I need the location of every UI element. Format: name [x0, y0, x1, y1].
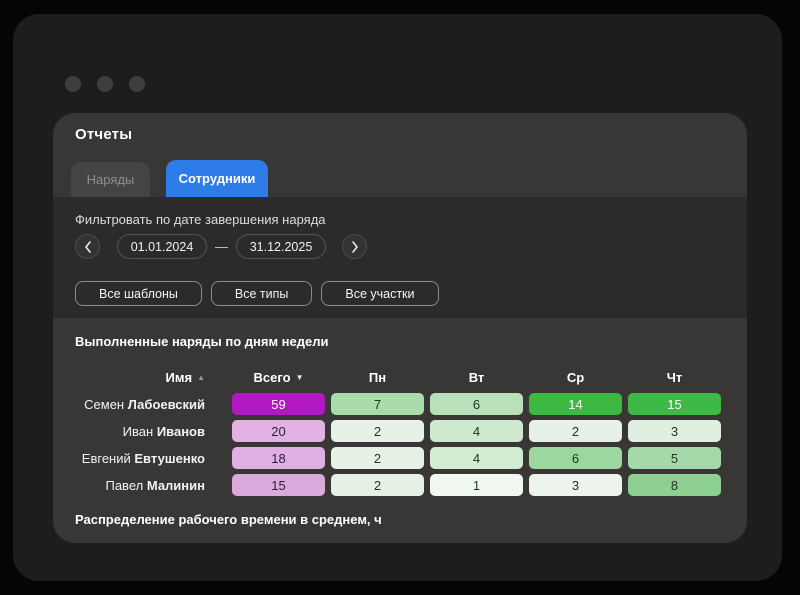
window-control-dot[interactable] — [129, 76, 145, 92]
tab-label: Наряды — [86, 172, 135, 187]
report-title: Выполненные наряды по дням недели — [75, 334, 329, 349]
sections-filter-button[interactable]: Все участки — [321, 281, 439, 306]
heat-cell-mon: 2 — [331, 447, 424, 469]
heat-cell-total: 15 — [232, 474, 325, 496]
filter-label: Фильтровать по дате завершения наряда — [75, 212, 326, 227]
column-header-tue: Вт — [468, 369, 485, 385]
heat-cell-wed: 14 — [529, 393, 622, 415]
heat-cell-thu: 3 — [628, 420, 721, 442]
templates-filter-button[interactable]: Все шаблоны — [75, 281, 202, 306]
heat-cell-thu: 15 — [628, 393, 721, 415]
heat-cell-mon: 2 — [331, 420, 424, 442]
column-header-wed: Ср — [566, 369, 585, 385]
employee-name: Павел Малинин — [105, 477, 205, 493]
window-control-dot[interactable] — [97, 76, 113, 92]
heat-cell-mon: 2 — [331, 474, 424, 496]
chevron-left-icon — [84, 240, 91, 253]
date-from-value: 01.01.2024 — [130, 239, 194, 254]
date-range-separator: — — [215, 239, 228, 254]
chevron-right-icon — [351, 240, 358, 253]
date-from-pill[interactable]: 01.01.2024 — [117, 234, 207, 259]
sort-asc-icon: ▲ — [197, 372, 205, 382]
column-header-mon: Пн — [368, 369, 387, 385]
sort-desc-icon: ▼ — [295, 372, 304, 382]
date-to-value: 31.12.2025 — [249, 239, 313, 254]
filter-dropdown-row: Все шаблоны Все типы Все участки — [75, 281, 439, 306]
heat-cell-thu: 5 — [628, 447, 721, 469]
employee-name: Семен Лабоевский — [84, 396, 205, 412]
date-prev-button[interactable] — [75, 234, 100, 259]
heat-cell-tue: 1 — [430, 474, 523, 496]
table-row: Павел Малинин 15 2 1 3 8 — [75, 474, 725, 496]
table-header-row: Имя ▲ Всего ▼ Пн Вт Ср Чт — [75, 367, 725, 387]
window-controls — [65, 76, 145, 92]
heat-cell-wed: 3 — [529, 474, 622, 496]
employee-name: Евгений Евтушенко — [81, 450, 205, 466]
tab-label: Сотрудники — [178, 171, 256, 186]
panel-header: Отчеты Наряды Сотрудники — [53, 113, 747, 197]
heat-cell-tue: 4 — [430, 420, 523, 442]
heat-cell-wed: 2 — [529, 420, 622, 442]
heat-cell-total: 20 — [232, 420, 325, 442]
table-row: Семен Лабоевский 59 7 6 14 15 — [75, 393, 725, 415]
heat-cell-total: 59 — [232, 393, 325, 415]
table-row: Евгений Евтушенко 18 2 4 6 5 — [75, 447, 725, 469]
weekday-report-table: Имя ▲ Всего ▼ Пн Вт Ср Чт Семен Лабоевск… — [75, 367, 725, 501]
heat-cell-mon: 7 — [331, 393, 424, 415]
heat-cell-wed: 6 — [529, 447, 622, 469]
app-window: Отчеты Наряды Сотрудники Фильтровать по … — [13, 14, 782, 581]
tab-sotrudniki[interactable]: Сотрудники — [166, 160, 268, 197]
heat-cell-total: 18 — [232, 447, 325, 469]
filter-section: Фильтровать по дате завершения наряда 01… — [53, 197, 747, 318]
heat-cell-tue: 4 — [430, 447, 523, 469]
tab-bar: Наряды Сотрудники — [71, 160, 268, 197]
date-to-pill[interactable]: 31.12.2025 — [236, 234, 326, 259]
window-control-dot[interactable] — [65, 76, 81, 92]
report-section: Выполненные наряды по дням недели Имя ▲ … — [53, 318, 747, 543]
column-header-thu: Чт — [666, 369, 683, 385]
tab-naryady[interactable]: Наряды — [71, 162, 150, 197]
employee-name: Иван Иванов — [122, 423, 205, 439]
heat-cell-tue: 6 — [430, 393, 523, 415]
date-next-button[interactable] — [342, 234, 367, 259]
date-range-row: 01.01.2024 — 31.12.2025 — [75, 234, 367, 259]
heat-cell-thu: 8 — [628, 474, 721, 496]
page-title: Отчеты — [75, 126, 133, 143]
table-row: Иван Иванов 20 2 4 2 3 — [75, 420, 725, 442]
column-header-name[interactable]: Имя ▲ — [75, 370, 205, 385]
reports-panel: Отчеты Наряды Сотрудники Фильтровать по … — [53, 113, 747, 543]
types-filter-button[interactable]: Все типы — [210, 281, 313, 306]
column-header-total[interactable]: Всего ▼ — [232, 370, 325, 385]
next-report-title: Распределение рабочего времени в среднем… — [75, 512, 382, 527]
